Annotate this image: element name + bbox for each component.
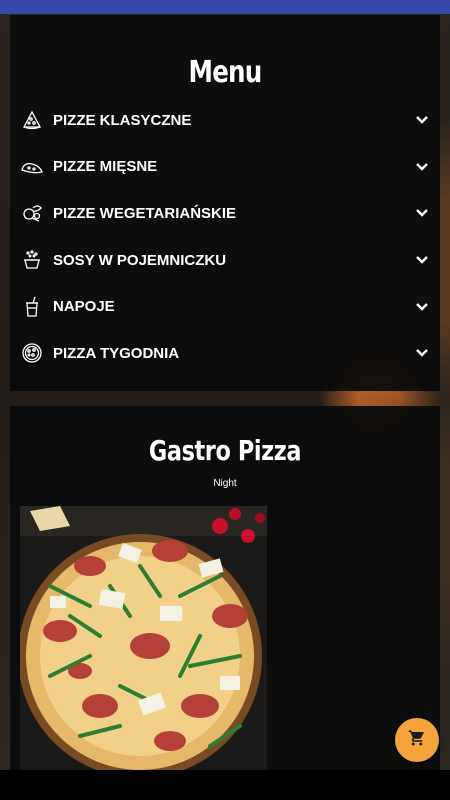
chevron-down-icon — [414, 252, 430, 268]
menu-item-napoje[interactable]: NAPOJE — [10, 283, 440, 330]
cart-button[interactable] — [395, 718, 439, 762]
pizza-photo[interactable] — [20, 506, 267, 770]
sausage-icon — [20, 155, 44, 179]
chevron-down-icon — [414, 159, 430, 175]
menu-item-sosy[interactable]: SOSY W POJEMNICZKU — [10, 237, 440, 284]
cart-icon — [408, 729, 426, 752]
menu-item-pizze-miesne[interactable]: PIZZE MIĘSNE — [10, 144, 440, 191]
menu-list: PIZZE KLASYCZNE PIZZE MIĘSNE PIZZE WEGET… — [10, 97, 440, 377]
pizza-whole-icon — [20, 341, 44, 365]
vegetables-icon — [20, 201, 44, 225]
menu-item-label: PIZZE WEGETARIAŃSKIE — [53, 204, 237, 222]
status-bar — [0, 0, 450, 14]
navigation-bar — [0, 770, 450, 800]
menu-item-pizze-klasyczne[interactable]: PIZZE KLASYCZNE — [10, 97, 440, 144]
promo-subtitle: Night — [213, 478, 237, 489]
chevron-down-icon — [414, 205, 430, 221]
promo-panel: Gastro Pizza Night — [10, 406, 440, 770]
menu-item-label: PIZZE MIĘSNE — [53, 158, 158, 176]
sauce-cup-icon — [20, 248, 44, 272]
menu-item-label: NAPOJE — [53, 298, 115, 316]
promo-title: Gastro Pizza — [148, 434, 302, 467]
chevron-down-icon — [414, 112, 430, 128]
menu-panel: Menu PIZZE KLASYCZNE PIZZE MIĘSNE PIZZE … — [10, 15, 440, 391]
menu-item-pizze-wegetarianskie[interactable]: PIZZE WEGETARIAŃSKIE — [10, 190, 440, 237]
drink-cup-icon — [20, 295, 44, 319]
chevron-down-icon — [414, 299, 430, 315]
menu-title: Menu — [188, 55, 263, 90]
pizza-slice-icon — [20, 108, 44, 132]
menu-item-label: SOSY W POJEMNICZKU — [53, 251, 227, 269]
menu-item-pizza-tygodnia[interactable]: PIZZA TYGODNIA — [10, 330, 440, 377]
menu-item-label: PIZZA TYGODNIA — [53, 344, 180, 362]
chevron-down-icon — [414, 345, 430, 361]
menu-item-label: PIZZE KLASYCZNE — [53, 111, 192, 129]
